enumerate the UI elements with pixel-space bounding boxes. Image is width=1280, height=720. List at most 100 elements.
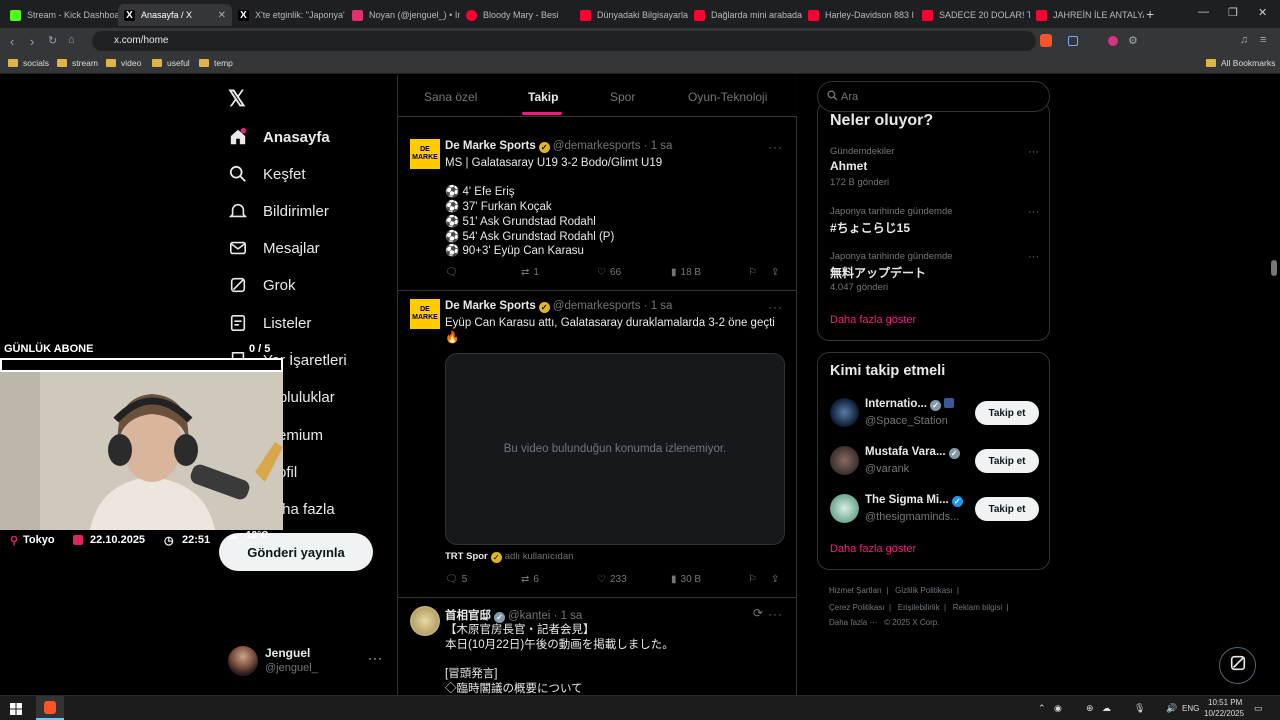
grok-floating-button[interactable] [1219,647,1256,684]
bookmark-folder[interactable]: temp [199,58,233,68]
nav-notifications[interactable]: Bildirimler [228,201,329,221]
tweet-author[interactable]: 首相官邸 ✓ @kantei · 1 sa [445,607,582,623]
views-button[interactable]: ▮ 30 B [671,574,701,585]
show-more-link[interactable]: Daha fazla göster [830,543,916,555]
like-button[interactable]: ♡ 233 [597,574,627,585]
trend-item[interactable]: Japonya tarihinde gündemde #ちょこらじ15 ··· [818,202,1051,242]
browser-tab[interactable]: X X'te etginlik: "Japonya' [232,4,346,26]
footer-link[interactable]: Gizlilik Politikası [895,586,952,595]
tab-sports[interactable]: Spor [610,90,635,104]
windows-start-icon[interactable] [10,702,22,720]
share-button[interactable]: ⇪ [771,574,779,585]
tab-for-you[interactable]: Sana özel [424,90,477,104]
video-unavailable[interactable]: Bu video bulunduğun konumda izlenemiyor. [445,353,785,545]
footer-link[interactable]: Hizmet Şartları [829,586,882,595]
like-button[interactable]: ♡ 66 [597,267,621,278]
follow-button[interactable]: Takip et [975,497,1039,521]
footer-link[interactable]: Erişilebilirlik [898,603,940,612]
bookmark-folder[interactable]: stream [57,58,98,68]
footer-link[interactable]: Daha fazla ··· [829,618,877,627]
tray-date[interactable]: 10/22/2025 [1204,709,1244,718]
avatar[interactable]: DE MARKE [410,139,440,169]
trend-item[interactable]: Japonya tarihinde gündemde 無料アップデート 4.04… [818,247,1051,293]
avatar[interactable] [410,606,440,636]
footer-link[interactable]: Reklam bilgisi [953,603,1002,612]
browser-tab[interactable]: Dağlarda mini arabada [688,4,802,26]
forward-icon[interactable]: › [30,34,34,49]
account-switcher[interactable]: Jenguel @jenguel_ ··· [228,643,408,679]
tray-cloud-icon[interactable]: ☁ [1102,703,1111,714]
follow-button[interactable]: Takip et [975,449,1039,473]
tray-chevron-icon[interactable]: ⌃ [1038,703,1046,714]
browser-tab[interactable]: Stream - Kick Dashboa [4,4,118,26]
tweet-author[interactable]: De Marke Sports ✓ @demarkesports · 1 sa [445,140,672,153]
nav-messages[interactable]: Mesajlar [228,238,320,258]
browser-tab-active[interactable]: X Anasayfa / X ✕ [118,4,232,26]
nav-explore[interactable]: Keşfet [228,164,306,184]
url-field[interactable]: x.com/home [92,31,1036,51]
bookmark-folder[interactable]: socials [8,58,49,68]
browser-tab[interactable]: Harley-Davidson 883 I [802,4,916,26]
notification-icon[interactable]: ▭ [1254,703,1263,714]
trend-more-icon[interactable]: ··· [1028,206,1039,218]
close-tab-icon[interactable]: ✕ [218,10,226,21]
share-button[interactable]: ⇪ [771,267,779,278]
tweet[interactable]: DE MARKE De Marke Sports ✓ @demarkesports … [398,131,797,291]
tab-gaming-tech[interactable]: Oyun-Teknoloji [688,90,767,104]
avatar[interactable]: DE MARKE [410,299,440,329]
follow-suggestion[interactable]: The Sigma Mi... ✓ @thesigmaminds... Takip… [818,491,1051,527]
bookmark-tweet-button[interactable]: ⚐ [748,574,757,585]
tweet[interactable]: DE MARKE De Marke Sports ✓ @demarkesports … [398,291,797,598]
more-dots-icon[interactable]: ··· [368,651,383,665]
tweet-author[interactable]: De Marke Sports ✓ @demarkesports · 1 sa [445,300,672,313]
nav-lists[interactable]: Listeler [228,313,311,333]
restore-icon[interactable]: ❐ [1228,6,1238,19]
grok-icon[interactable]: ⟳ [753,606,763,620]
tweet-more-icon[interactable]: ··· [768,140,783,154]
tweet-more-icon[interactable]: ··· [768,607,783,621]
retweet-button[interactable]: ⇄ 6 [521,574,539,585]
views-button[interactable]: ▮ 18 B [671,267,701,278]
minimize-icon[interactable]: — [1198,6,1209,18]
tweet-more-icon[interactable]: ··· [768,300,783,314]
footer-link[interactable]: Çerez Politikası [829,603,885,612]
puzzle-icon[interactable]: ⚙ [1128,34,1138,47]
trend-item[interactable]: Gündemdekiler Ahmet 172 B gönderi ··· [818,142,1051,188]
bookmark-tweet-button[interactable]: ⚐ [748,267,757,278]
music-icon[interactable]: ♫ [1240,34,1248,46]
tray-mic-icon[interactable]: 🎙 [1134,703,1145,714]
x-logo-icon[interactable]: 𝕏 [228,86,246,112]
browser-tab[interactable]: Dünyadaki Bilgisayarla [574,4,688,26]
page-scrollbar-thumb[interactable] [1271,260,1277,276]
reload-icon[interactable]: ↻ [48,34,57,47]
retweet-button[interactable]: ⇄ 1 [521,267,539,278]
browser-tab[interactable]: Noyan (@jenguel_) • In [346,4,460,26]
reply-button[interactable]: 🗨 5 [445,574,467,585]
tray-app-icon[interactable]: ◉ [1054,703,1062,714]
trend-more-icon[interactable]: ··· [1028,251,1039,263]
browser-tab[interactable]: JAHREİN İLE ANTALYA [1030,4,1144,26]
tweet[interactable]: 首相官邸 ✓ @kantei · 1 sa ⟳ ··· 【木原官房長官・記者会見】 … [398,598,797,695]
tab-following[interactable]: Takip [528,90,558,104]
all-bookmarks[interactable]: All Bookmarks [1206,58,1275,68]
extension-icon[interactable] [1068,36,1078,46]
bookmark-folder[interactable]: video [106,58,141,68]
bookmark-folder[interactable]: useful [152,58,190,68]
follow-button[interactable]: Takip et [975,401,1039,425]
brave-shield-icon[interactable] [1040,34,1052,47]
new-tab-icon[interactable]: + [1146,6,1154,22]
video-source[interactable]: TRT Spor ✓ adlı kullanıcıdan [445,551,573,563]
browser-tab[interactable]: Bloody Mary - Besi [460,4,574,26]
reply-button[interactable]: 🗨 [445,267,462,278]
show-more-link[interactable]: Daha fazla göster [830,314,916,326]
tray-app-icon[interactable]: ⊕ [1086,703,1094,714]
extension-icon[interactable] [1108,36,1118,46]
nav-grok[interactable]: Grok [228,275,296,295]
taskbar-brave[interactable] [36,696,64,720]
back-icon[interactable]: ‹ [10,34,14,49]
follow-suggestion[interactable]: Mustafa Vara... ✓ @varank Takip et [818,443,1051,479]
tray-language[interactable]: ENG [1182,704,1199,713]
search-input[interactable]: Ara [817,81,1050,112]
menu-icon[interactable]: ≡ [1260,34,1266,46]
browser-tab[interactable]: SADECE 20 DOLAR! To [916,4,1030,26]
